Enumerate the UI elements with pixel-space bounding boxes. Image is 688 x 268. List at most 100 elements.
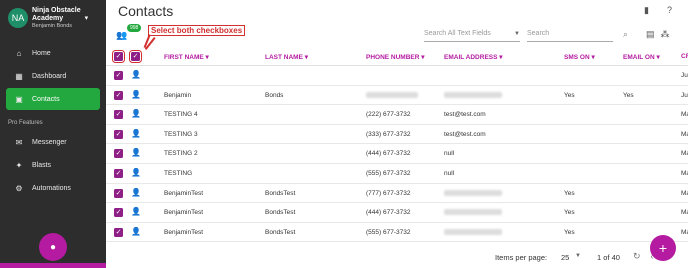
- column-label: FIRST NAME: [164, 54, 204, 61]
- search-icon[interactable]: ⌕: [623, 29, 628, 40]
- row-checkbox[interactable]: ✓: [114, 188, 123, 198]
- caret-down-icon: ▼: [575, 253, 581, 259]
- column-header-sms-on[interactable]: SMS ON ▾: [564, 53, 595, 61]
- cell-first: BenjaminTest: [164, 189, 204, 197]
- sidebar-item-label: Home: [32, 49, 51, 57]
- cell-sms: Yes: [564, 91, 575, 99]
- cell-cr: Ma: [681, 169, 688, 177]
- column-header-created[interactable]: CR: [681, 53, 688, 60]
- cell-email: test@test.com: [444, 130, 486, 138]
- sidebar-item-automations[interactable]: ⚙ Automations: [6, 177, 100, 199]
- add-contact-button[interactable]: +: [650, 235, 676, 261]
- columns-icon[interactable]: ▤: [646, 29, 655, 40]
- row-checkbox[interactable]: ✓: [114, 71, 123, 80]
- table-row[interactable]: ✓ 👤 TESTING 4 (222) 677-3732 test@test.com Ma: [106, 105, 688, 125]
- cell-first: TESTING 2: [164, 150, 198, 158]
- automations-icon: ⚙: [15, 183, 23, 193]
- chat-button[interactable]: ●: [39, 233, 67, 261]
- cell-phone: (333) 677-3732: [366, 130, 411, 138]
- cell-cr: Ma: [681, 228, 688, 236]
- annotation-callout: Select both checkboxes: [148, 25, 246, 36]
- cell-last: BondsTest: [265, 189, 296, 197]
- page-title: Contacts: [118, 3, 174, 19]
- search-placeholder: Search: [527, 30, 550, 37]
- cell-cr: Ma: [681, 150, 688, 158]
- page-range: 1 of 40: [597, 253, 620, 262]
- person-icon: 👤: [131, 70, 141, 79]
- redacted-phone: [366, 91, 418, 98]
- page-size-select[interactable]: 25: [561, 253, 569, 262]
- account-switcher[interactable]: NA Ninja Obstacle Academy Benjamin Bonds…: [0, 0, 106, 36]
- row-checkbox[interactable]: ✓: [114, 90, 123, 100]
- sidebar-item-label: Contacts: [32, 95, 60, 103]
- table-row[interactable]: ✓ 👤 BenjaminTest BondsTest (444) 677-3732 Yes…: [106, 203, 688, 223]
- row-checkbox[interactable]: ✓: [114, 110, 123, 120]
- column-header-email[interactable]: EMAIL ADDRESS ▾: [444, 53, 503, 61]
- sidebar-item-label: Automations: [32, 184, 71, 192]
- count-badge: 998: [127, 24, 142, 32]
- sidebar-item-contacts[interactable]: ▣ Contacts: [6, 88, 100, 110]
- refresh-icon[interactable]: ↻: [633, 251, 641, 262]
- row-checkbox[interactable]: ✓: [114, 227, 123, 237]
- cell-phone: (444) 677-3732: [366, 209, 411, 217]
- cell-sms: Yes: [564, 189, 575, 197]
- cell-first: BenjaminTest: [164, 209, 204, 217]
- pagination: Items per page: 25 ▼ 1 of 40 ↻ ‹ ›: [106, 246, 688, 268]
- documentation-icon[interactable]: ▮: [644, 5, 649, 16]
- header: Contacts ▮ ?: [106, 0, 688, 22]
- column-header-first-name[interactable]: FIRST NAME ▾: [164, 53, 209, 61]
- sidebar-item-dashboard[interactable]: ▦ Dashboard: [6, 65, 100, 87]
- column-header-last-name[interactable]: LAST NAME ▾: [265, 53, 308, 61]
- cell-last: BondsTest: [265, 228, 296, 236]
- person-icon: 👤: [131, 109, 141, 119]
- search-field-select[interactable]: Search All Text Fields ▼: [424, 30, 520, 42]
- search-input[interactable]: Search: [527, 30, 613, 42]
- table-row[interactable]: ✓ 👤 TESTING 3 (333) 677-3732 test@test.com Ma: [106, 125, 688, 145]
- person-icon: 👤: [131, 167, 141, 177]
- select-all-checkbox[interactable]: ✓: [112, 50, 125, 63]
- cell-phone: (777) 677-3732: [366, 189, 411, 197]
- chat-icon: ●: [49, 241, 57, 253]
- person-icon: 👤: [131, 187, 141, 197]
- cell-first: BenjaminTest: [164, 228, 204, 236]
- cell-phone: (555) 677-3732: [366, 228, 411, 236]
- cell-email-on: Yes: [623, 91, 634, 99]
- cell-first: TESTING 3: [164, 130, 198, 138]
- cell-first: TESTING: [164, 169, 193, 177]
- column-label: EMAIL ON: [623, 54, 655, 61]
- messenger-icon: ✉: [15, 137, 23, 147]
- column-header-phone[interactable]: PHONE NUMBER ▾: [366, 53, 425, 61]
- redacted-email: [444, 209, 502, 216]
- row-checkbox[interactable]: ✓: [114, 149, 123, 159]
- column-label: PHONE NUMBER: [366, 54, 420, 61]
- cell-last: BondsTest: [265, 209, 296, 217]
- row-checkbox[interactable]: ✓: [114, 168, 123, 178]
- sidebar-item-label: Dashboard: [32, 72, 67, 80]
- cell-first: Benjamin: [164, 91, 192, 99]
- column-label: LAST NAME: [265, 54, 303, 61]
- contacts-table: ✓ ✓ FIRST NAME ▾ LAST NAME ▾ PHONE NUMBE…: [106, 46, 688, 243]
- help-icon[interactable]: ?: [667, 5, 672, 16]
- group-options-icon[interactable]: ⁂: [661, 29, 670, 40]
- table-row[interactable]: ✓ 👤 BenjaminTest BondsTest (777) 677-3732 Yes…: [106, 184, 688, 204]
- sidebar-item-messenger[interactable]: ✉ Messenger: [6, 131, 100, 153]
- sidebar: NA Ninja Obstacle Academy Benjamin Bonds…: [0, 0, 106, 268]
- contacts-group-icon[interactable]: 👥: [116, 30, 127, 41]
- help-banner[interactable]: [0, 263, 106, 268]
- table-row[interactable]: ✓ 👤 TESTING (555) 677-3732 null Ma: [106, 164, 688, 184]
- org-name-line1: Ninja Obstacle: [32, 6, 81, 14]
- cell-phone: (555) 677-3732: [366, 169, 411, 177]
- select-page-checkbox[interactable]: ✓: [129, 50, 142, 63]
- table-row[interactable]: ✓ 👤 Ju: [106, 66, 688, 86]
- column-header-email-on[interactable]: EMAIL ON ▾: [623, 53, 660, 61]
- row-checkbox[interactable]: ✓: [114, 208, 123, 218]
- column-label: SMS ON: [564, 54, 590, 61]
- table-row[interactable]: ✓ 👤 TESTING 2 (444) 677-3732 null Ma: [106, 144, 688, 164]
- row-checkbox[interactable]: ✓: [114, 129, 123, 139]
- sidebar-item-blasts[interactable]: ✦ Blasts: [6, 154, 100, 176]
- person-icon: 👤: [131, 207, 141, 217]
- sidebar-item-home[interactable]: ⌂ Home: [6, 42, 100, 64]
- table-row[interactable]: ✓ 👤 Benjamin Bonds Yes Yes Ju: [106, 86, 688, 106]
- table-row[interactable]: ✓ 👤 BenjaminTest BondsTest (555) 677-3732 Yes…: [106, 223, 688, 243]
- section-label-pro: Pro Features: [8, 120, 43, 126]
